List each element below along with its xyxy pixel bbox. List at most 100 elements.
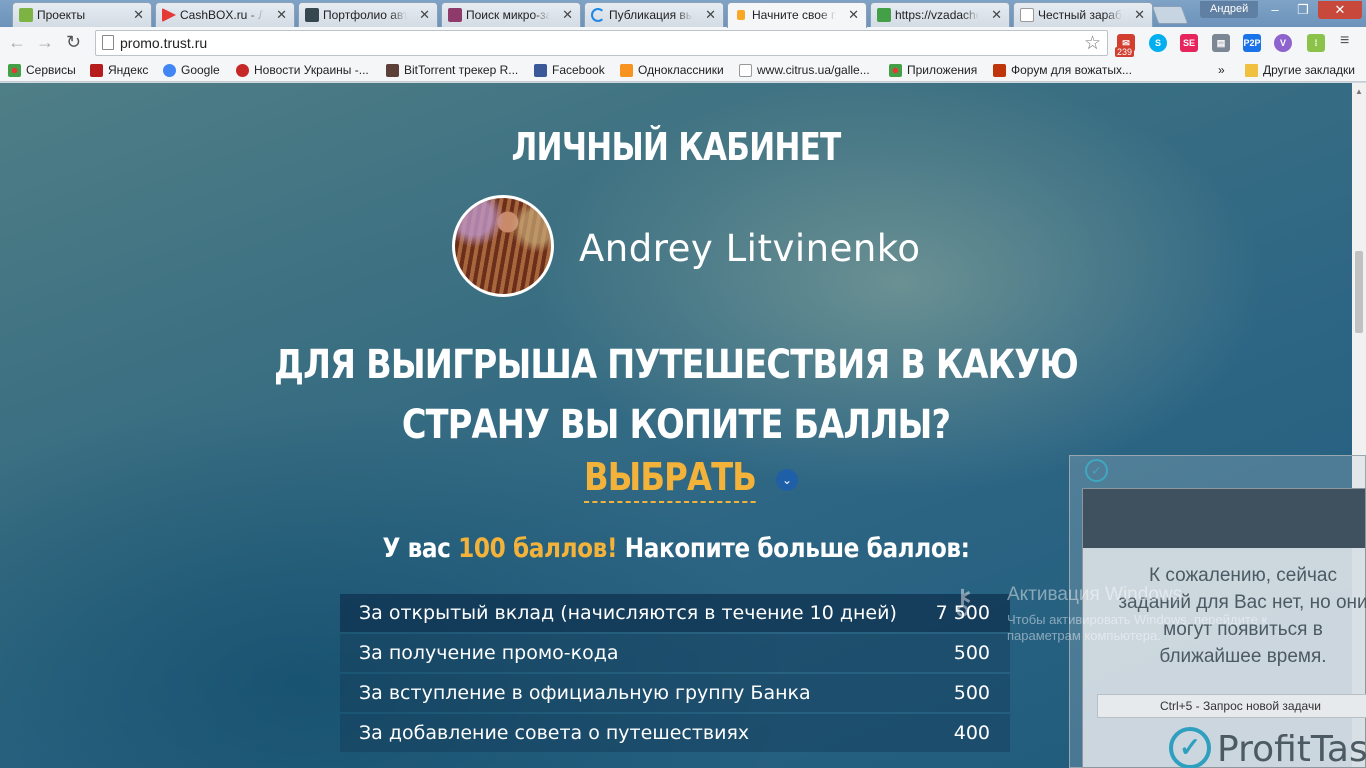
scroll-up-icon[interactable]: ▲ (1355, 87, 1363, 96)
task-points: 400 (953, 722, 990, 744)
bookmark-star-icon[interactable]: ☆ (1084, 32, 1101, 55)
bookmarks-bar: Сервисы Яндекс Google Новости Украины -.… (0, 59, 1366, 82)
points-tasks-list: За открытый вклад (начисляются в течение… (340, 594, 1010, 754)
question-line-2: СТРАНУ ВЫ КОПИТЕ БАЛЛЫ? (401, 402, 951, 448)
page-info-icon[interactable] (102, 35, 114, 50)
tab-start-active[interactable]: Начните свое пу ✕ (727, 2, 867, 28)
tab-portfolio[interactable]: Портфолио авто ✕ (298, 2, 438, 27)
odnoklassniki-icon (620, 64, 633, 77)
bookmark-odnoklassniki[interactable]: Одноклассники (620, 63, 724, 77)
task-label: За вступление в официальную группу Банка (359, 682, 811, 704)
profile-button[interactable]: Андрей (1200, 1, 1259, 18)
check-icon[interactable]: ✓ (1085, 459, 1108, 482)
other-bookmarks-folder[interactable]: Другие закладки (1245, 63, 1355, 77)
skype-extension-icon[interactable]: S (1149, 34, 1167, 52)
tab-search-micro[interactable]: Поиск микро-за ✕ (441, 2, 581, 27)
tab-strip: Проекты ✕ CashBOX.ru - Ли ✕ Портфолио ав… (0, 0, 1366, 28)
task-points: 500 (953, 642, 990, 664)
tab-projects[interactable]: Проекты ✕ (12, 2, 152, 27)
task-label: За добавление совета о путешествиях (359, 722, 750, 744)
close-window-button[interactable]: ✕ (1318, 1, 1362, 19)
bookmark-yandex[interactable]: Яндекс (90, 63, 148, 77)
reload-icon[interactable]: ↻ (66, 32, 81, 53)
bookmarks-overflow-button[interactable]: » (1218, 63, 1225, 77)
yandex-icon (90, 64, 103, 77)
bookmark-citrus[interactable]: www.citrus.ua/galle... (739, 63, 870, 77)
bookmark-ukraine-news[interactable]: Новости Украины -... (236, 63, 369, 77)
back-icon[interactable]: ← (8, 32, 26, 53)
request-task-hotkey-button[interactable]: Ctrl+5 - Запрос новой задачи (1097, 694, 1366, 718)
folder-icon (1245, 64, 1258, 77)
key-icon: ⚷ (950, 583, 975, 621)
p2p-extension-icon[interactable]: P2P (1243, 34, 1261, 52)
news-icon (236, 64, 249, 77)
apps-grid-icon (889, 64, 902, 77)
bookmark-bittorrent[interactable]: BitTorrent трекер R... (386, 63, 518, 77)
tab-title: Портфолио авто (323, 8, 407, 22)
profittask-logo: ProfitTask (1217, 729, 1366, 768)
tab-favicon-icon (448, 8, 462, 22)
apps-grid-icon (8, 64, 21, 77)
tab-publication[interactable]: Публикация вы ✕ (584, 2, 724, 27)
maximize-button[interactable]: ❐ (1290, 1, 1316, 19)
chevron-down-icon[interactable]: ⌄ (776, 469, 798, 491)
tab-vzadache[interactable]: https://vzadache ✕ (870, 2, 1010, 27)
bookmark-facebook[interactable]: Facebook (534, 63, 605, 77)
choose-country-link[interactable]: ВЫБРАТЬ (584, 455, 757, 503)
sc-extension-icon[interactable]: SE (1180, 34, 1198, 52)
viber-extension-icon[interactable]: V (1274, 34, 1292, 52)
tab-honest-earnings[interactable]: Честный зараб ✕ (1013, 2, 1153, 27)
page-icon (739, 64, 752, 77)
task-row[interactable]: За вступление в официальную группу Банка… (340, 674, 1010, 712)
close-icon[interactable]: ✕ (419, 7, 430, 23)
close-icon[interactable]: ✕ (276, 7, 287, 23)
bookmark-google[interactable]: Google (163, 63, 220, 77)
close-icon[interactable]: ✕ (848, 7, 859, 23)
task-row[interactable]: За добавление совета о путешествиях 400 (340, 714, 1010, 752)
facebook-icon (534, 64, 547, 77)
close-icon[interactable]: ✕ (133, 7, 144, 23)
tab-title: https://vzadache (895, 8, 979, 22)
screenshot-extension-icon[interactable]: ▤ (1212, 34, 1230, 52)
play-icon (162, 8, 176, 22)
task-row[interactable]: За получение промо-кода 500 (340, 634, 1010, 672)
loading-spinner-icon (591, 8, 605, 22)
bookmark-forum[interactable]: Форум для вожатых... (993, 63, 1132, 77)
points-value: 100 баллов! (458, 533, 618, 564)
google-icon (163, 64, 176, 77)
bookmark-apps[interactable]: Приложения (889, 63, 977, 77)
tab-cashbox[interactable]: CashBOX.ru - Ли ✕ (155, 2, 295, 27)
menu-icon[interactable]: ≡ (1340, 32, 1349, 50)
avatar[interactable] (452, 195, 554, 297)
profittask-check-icon: ✓ (1169, 727, 1211, 768)
forum-icon (993, 64, 1006, 77)
question-line-1: ДЛЯ ВЫИГРЫША ПУТЕШЕСТВИЯ В КАКУЮ (274, 342, 1079, 388)
travel-question: ДЛЯ ВЫИГРЫША ПУТЕШЕСТВИЯ В КАКУЮ СТРАНУ … (108, 335, 1244, 455)
task-row[interactable]: За открытый вклад (начисляются в течение… (340, 594, 1010, 632)
close-icon[interactable]: ✕ (1134, 7, 1145, 23)
extension-icon[interactable]: ⁞ (1307, 34, 1325, 52)
forward-icon[interactable]: → (36, 32, 54, 53)
close-icon[interactable]: ✕ (562, 7, 573, 23)
tab-favicon-icon (737, 10, 745, 20)
tab-title: CashBOX.ru - Ли (180, 8, 264, 22)
mail-count-badge: 239 (1115, 47, 1135, 57)
tab-title: Поиск микро-за (466, 8, 550, 22)
task-points: 500 (953, 682, 990, 704)
address-bar[interactable]: promo.trust.ru ☆ (95, 30, 1108, 56)
tab-title: Начните свое пу (752, 8, 836, 22)
torrent-icon (386, 64, 399, 77)
close-icon[interactable]: ✕ (991, 7, 1002, 23)
tab-favicon-icon (305, 8, 319, 22)
scrollbar-thumb[interactable] (1355, 251, 1363, 333)
tab-favicon-icon (877, 8, 891, 22)
new-tab-button[interactable] (1151, 6, 1189, 24)
page-title: ЛИЧНЫЙ КАБИНЕТ (511, 125, 842, 169)
close-icon[interactable]: ✕ (705, 7, 716, 23)
url-text[interactable]: promo.trust.ru (120, 35, 207, 51)
profittask-header (1083, 489, 1365, 548)
bookmark-services[interactable]: Сервисы (8, 63, 76, 77)
minimize-button[interactable]: – (1262, 1, 1288, 19)
user-name: Andrey Litvinenko (579, 227, 921, 270)
task-label: За открытый вклад (начисляются в течение… (359, 602, 897, 624)
